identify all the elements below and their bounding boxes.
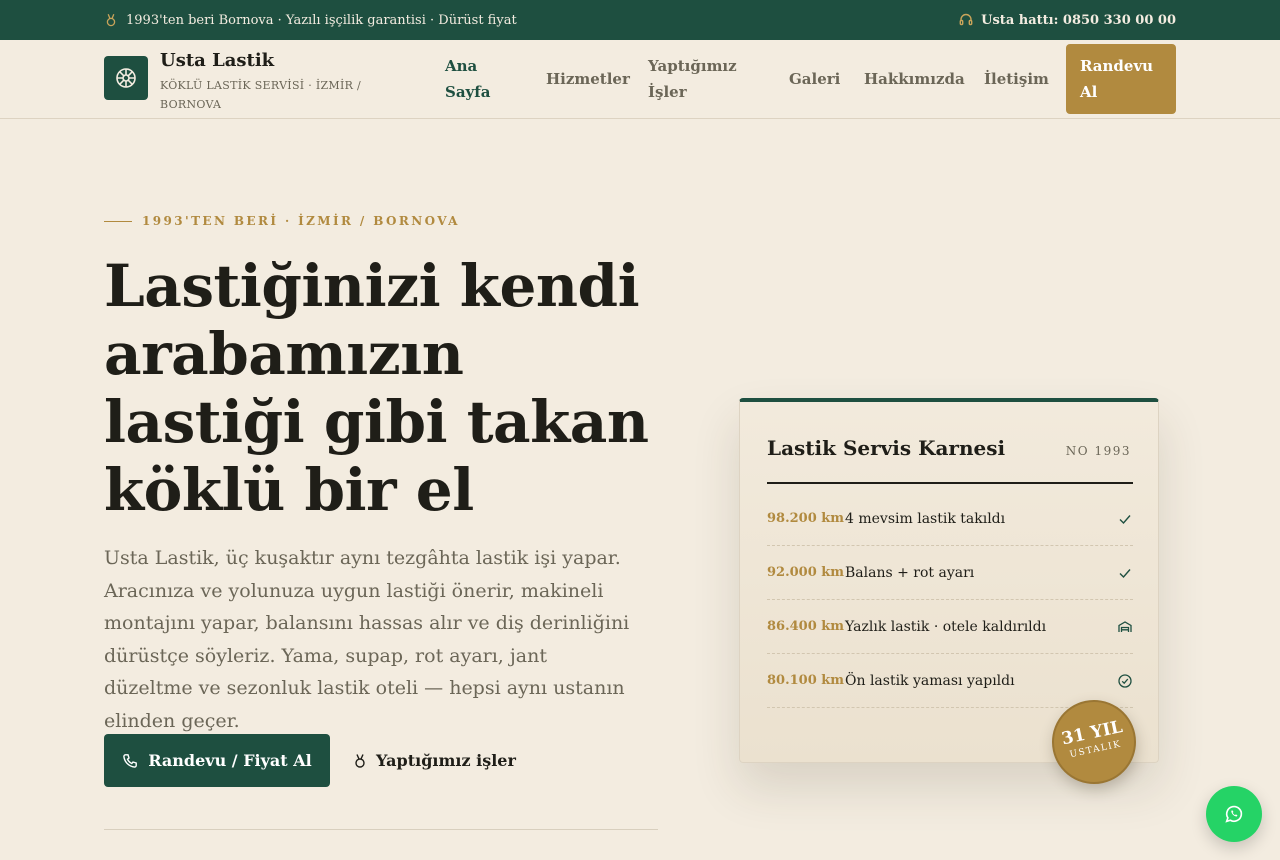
logo[interactable] [104, 56, 148, 100]
whatsapp-icon [1225, 805, 1243, 823]
card-number: NO 1993 [1065, 444, 1131, 458]
medal-icon [106, 13, 116, 27]
medal-icon [355, 753, 365, 768]
card-title: Lastik Servis Karnesi [767, 436, 1006, 460]
row-desc: Yazlık lastik · otele kaldırıldı [845, 619, 1047, 635]
service-row: 92.000 km Balans + rot ayarı [767, 546, 1133, 600]
quote-button[interactable]: Randevu / Fiyat Al [104, 734, 330, 787]
service-row: 80.100 km Ön lastik yaması yapıldı [767, 654, 1133, 708]
service-row: 86.400 km Yazlık lastik · otele kaldırıl… [767, 600, 1133, 654]
works-link-label: Yaptığımız işler [376, 751, 516, 770]
hero-divider [104, 829, 658, 830]
eyebrow-line [104, 220, 132, 222]
appointment-button[interactable]: Randevu Al [1066, 44, 1176, 114]
nav-item-home[interactable]: Ana Sayfa [445, 53, 505, 105]
brand-name[interactable]: Usta Lastik [160, 50, 274, 71]
row-km: 92.000 km [767, 565, 845, 580]
works-link[interactable]: Yaptığımız işler [352, 734, 516, 787]
row-desc: Balans + rot ayarı [845, 565, 975, 581]
phone-icon [123, 753, 138, 768]
quote-button-label: Randevu / Fiyat Al [148, 751, 312, 770]
check-icon [1119, 515, 1131, 525]
storage-icon [1118, 621, 1132, 632]
top-bar: 1993'ten beri Bornova · Yazılı işçilik g… [0, 0, 1280, 40]
brand-subtitle: KÖKLÜ LASTİK SERVİSİ · İZMİR / BORNOVA [160, 79, 362, 111]
headset-icon [959, 13, 973, 26]
eyebrow-text: 1993'TEN BERİ · İZMİR / BORNOVA [142, 214, 460, 228]
row-desc: 4 mevsim lastik takıldı [845, 511, 1006, 527]
card-divider [767, 482, 1133, 484]
nav-item-contact[interactable]: İletişim [984, 66, 1049, 92]
service-row: 98.200 km 4 mevsim lastik takıldı [767, 492, 1133, 546]
hero-eyebrow: 1993'TEN BERİ · İZMİR / BORNOVA [104, 214, 460, 228]
nav-item-services[interactable]: Hizmetler [546, 66, 630, 92]
nav-item-works[interactable]: Yaptığımız İşler [648, 53, 748, 105]
nav-item-gallery[interactable]: Galeri [789, 66, 840, 92]
check-icon [1119, 569, 1131, 579]
tire-icon [116, 68, 136, 88]
hotline-text: Usta hattı: 0850 330 00 00 [981, 12, 1176, 28]
tagline-text: 1993'ten beri Bornova · Yazılı işçilik g… [126, 12, 517, 28]
whatsapp-button[interactable] [1206, 786, 1262, 842]
row-km: 86.400 km [767, 619, 845, 634]
hero-title: Lastiğinizi kendi arabamızın lastiği gib… [104, 252, 649, 524]
row-desc: Ön lastik yaması yapıldı [845, 673, 1015, 689]
hero-description: Usta Lastik, üç kuşaktır aynı tezgâhta l… [104, 547, 630, 732]
row-km: 98.200 km [767, 511, 845, 526]
row-km: 80.100 km [767, 673, 845, 688]
site-header: Usta Lastik KÖKLÜ LASTİK SERVİSİ · İZMİR… [0, 40, 1280, 119]
verified-icon [1118, 674, 1132, 688]
nav-item-about[interactable]: Hakkımızda [864, 66, 965, 92]
hotline[interactable]: Usta hattı: 0850 330 00 00 [959, 0, 1176, 40]
top-bar-tagline: 1993'ten beri Bornova · Yazılı işçilik g… [104, 0, 517, 40]
